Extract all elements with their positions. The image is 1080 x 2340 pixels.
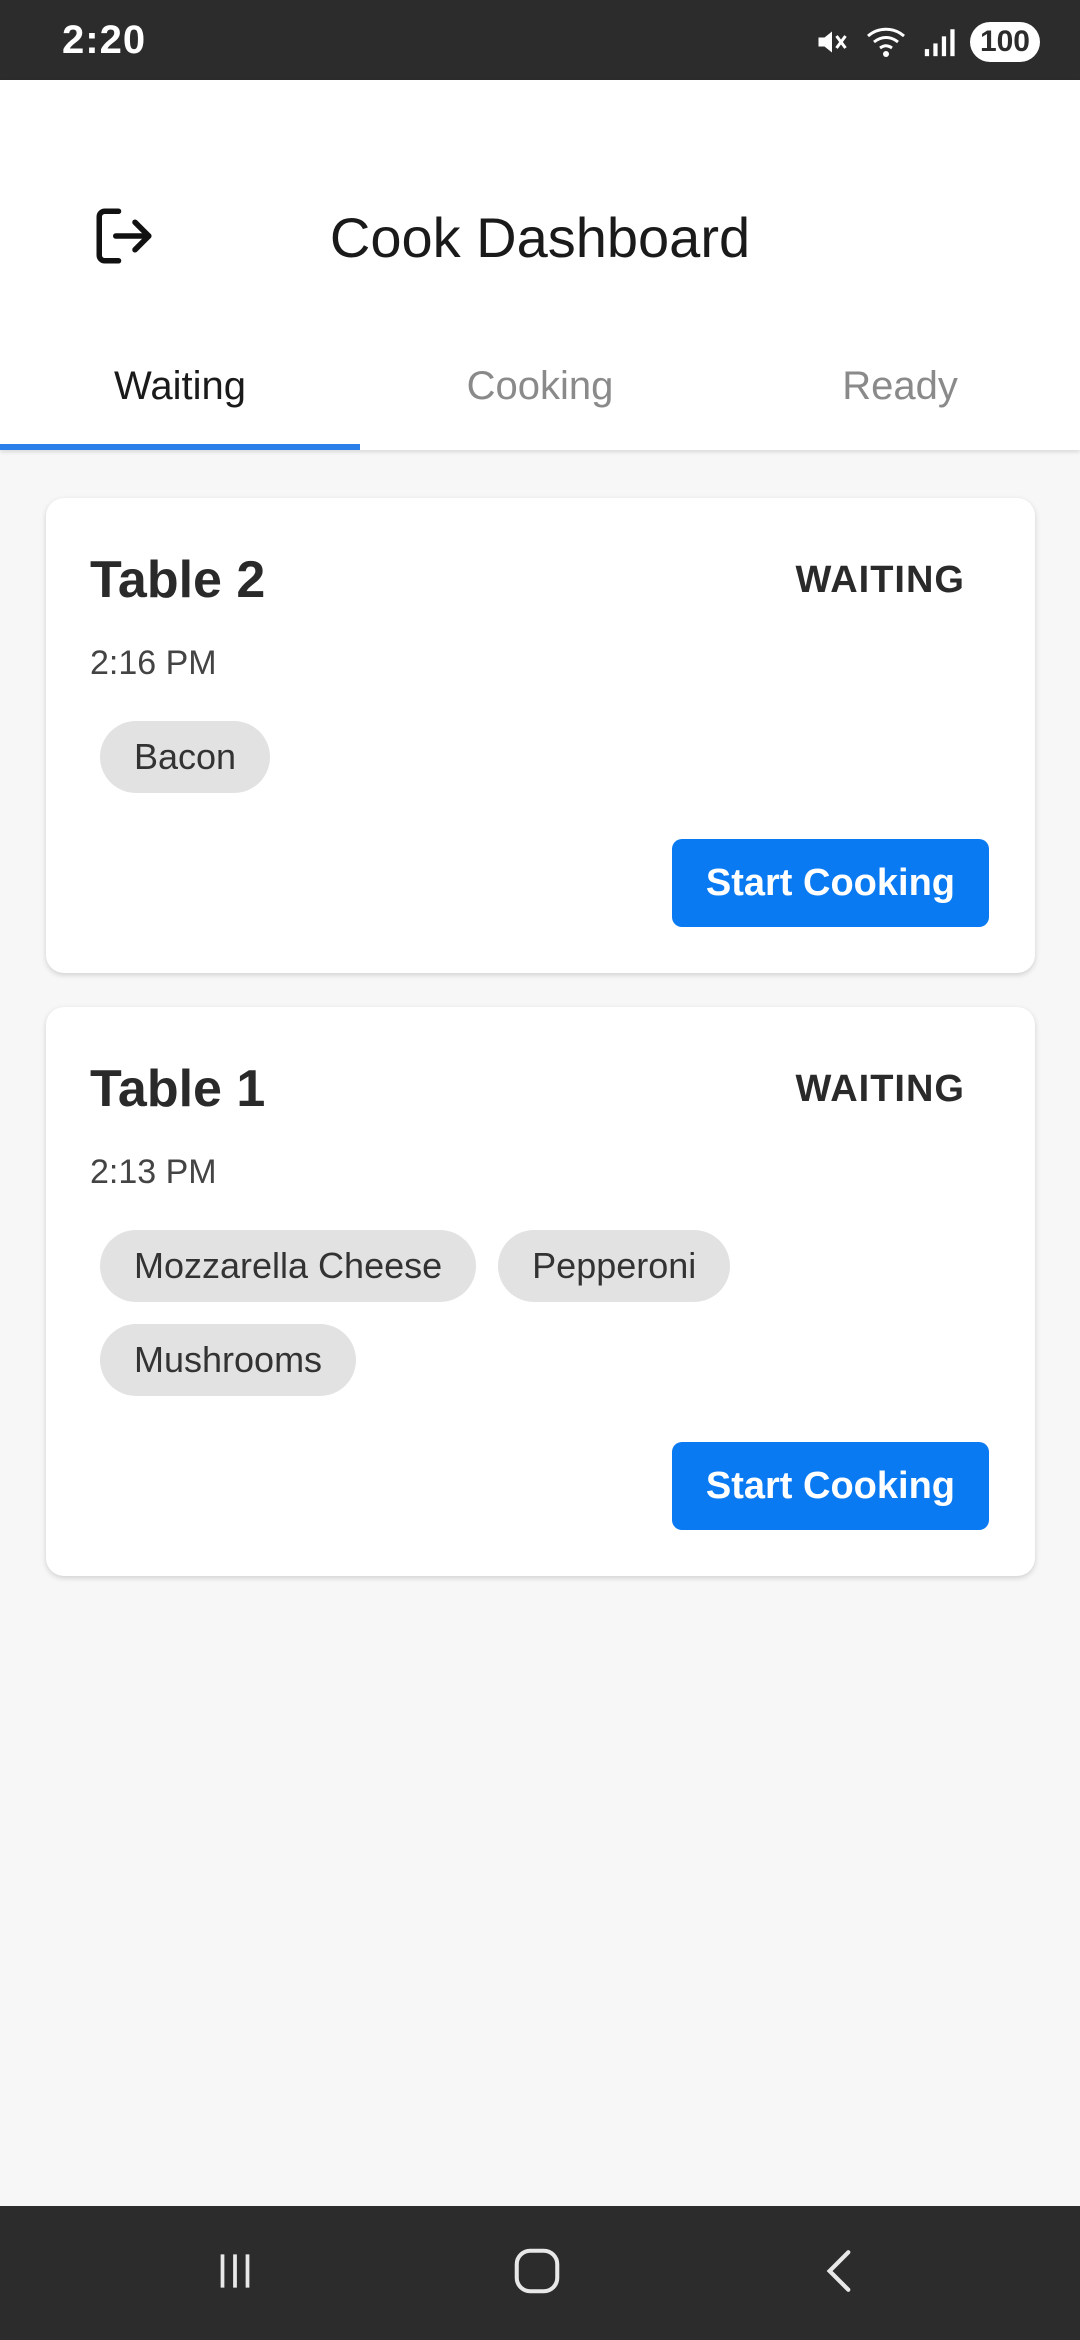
recent-apps-button[interactable] — [175, 2206, 295, 2340]
home-button[interactable] — [477, 2206, 597, 2340]
table-name: Table 2 — [90, 551, 266, 609]
tab-label: Ready — [842, 364, 958, 408]
order-actions: Start Cooking — [90, 1442, 989, 1530]
item-chip: Pepperoni — [498, 1230, 731, 1302]
mute-icon — [814, 24, 850, 60]
tab-label: Waiting — [114, 364, 246, 408]
order-items: Bacon — [100, 721, 989, 793]
table-name: Table 1 — [90, 1060, 266, 1118]
tab-ready[interactable]: Ready — [720, 350, 1080, 450]
order-card-header: Table 1 WAITING — [90, 1059, 989, 1119]
back-icon — [815, 2246, 865, 2301]
signal-icon — [922, 24, 956, 60]
order-card: Table 1 WAITING 2:13 PM Mozzarella Chees… — [46, 1007, 1035, 1576]
start-cooking-button[interactable]: Start Cooking — [671, 839, 989, 927]
wifi-icon — [864, 24, 908, 60]
tab-bar: Waiting Cooking Ready — [0, 350, 1080, 450]
start-cooking-button[interactable]: Start Cooking — [671, 1442, 989, 1530]
order-time: 2:13 PM — [90, 1153, 217, 1191]
item-chip: Mushrooms — [100, 1324, 357, 1396]
tab-label: Cooking — [466, 364, 614, 408]
tab-cooking[interactable]: Cooking — [360, 350, 720, 450]
status-icons: 100 — [814, 20, 1040, 64]
order-card-header: Table 2 WAITING — [90, 550, 989, 610]
tab-waiting[interactable]: Waiting — [0, 350, 360, 450]
item-chip: Bacon — [100, 721, 271, 793]
system-nav-bar — [0, 2206, 1080, 2340]
order-actions: Start Cooking — [90, 839, 989, 927]
back-button[interactable] — [780, 2206, 900, 2340]
recent-apps-icon — [210, 2246, 260, 2301]
order-list: Table 2 WAITING 2:16 PM Bacon Start Cook… — [46, 498, 1035, 1610]
home-icon — [510, 2244, 564, 2303]
page-title: Cook Dashboard — [329, 206, 751, 269]
status-badge: WAITING — [795, 558, 965, 601]
app-header: Cook Dashboard Waiting Cooking Ready — [0, 80, 1080, 450]
item-chip: Mozzarella Cheese — [100, 1230, 477, 1302]
order-card: Table 2 WAITING 2:16 PM Bacon Start Cook… — [46, 498, 1035, 973]
status-badge: WAITING — [795, 1067, 965, 1110]
order-items: Mozzarella Cheese Pepperoni Mushrooms — [100, 1230, 989, 1396]
order-time: 2:16 PM — [90, 644, 217, 682]
battery-indicator: 100 — [969, 22, 1040, 62]
status-bar: 2:20 100 — [0, 0, 1080, 80]
status-time: 2:20 — [62, 18, 147, 62]
